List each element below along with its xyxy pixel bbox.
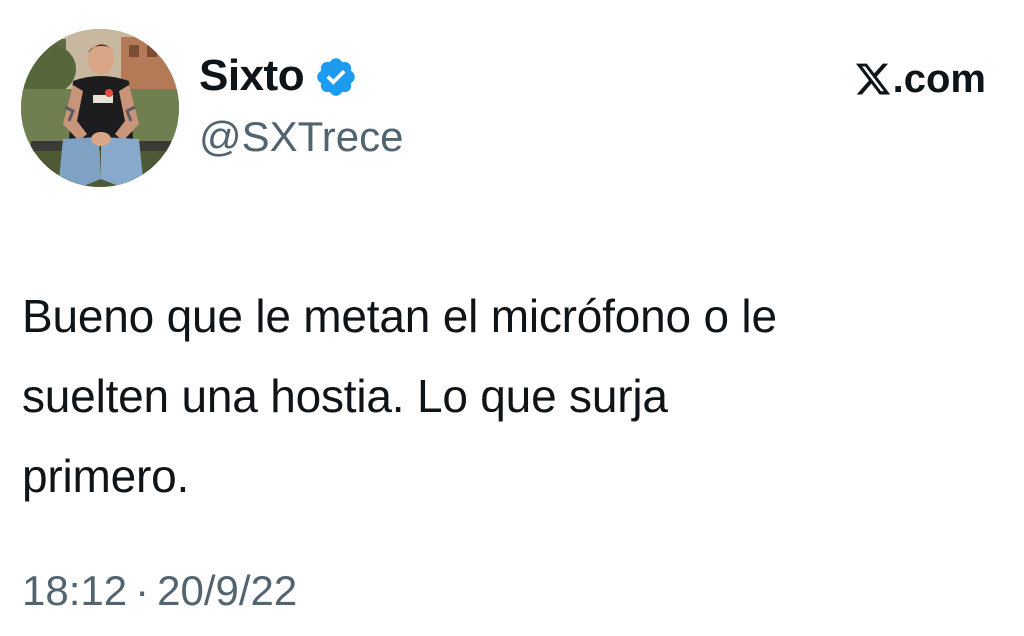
tweet-timestamp[interactable]: 18:12 · 20/9/22 xyxy=(22,570,297,612)
verified-badge-icon xyxy=(314,55,358,99)
tweet-time: 18:12 xyxy=(22,567,128,614)
brand-logo[interactable]: .com xyxy=(854,58,986,100)
tweet-card: Sixto @SXTrece .com Bueno que le metan e… xyxy=(0,0,1024,636)
x-logo-icon xyxy=(854,60,892,98)
user-handle[interactable]: @SXTrece xyxy=(199,116,403,158)
tweet-line: primero. xyxy=(22,450,190,502)
brand-domain-text: .com xyxy=(892,57,986,101)
display-name[interactable]: Sixto xyxy=(199,54,305,98)
profile-photo xyxy=(21,29,179,187)
display-name-row: Sixto xyxy=(199,46,358,106)
tweet-date: 20/9/22 xyxy=(157,567,298,614)
tweet-body: Bueno que le metan el micrófono o le sue… xyxy=(22,276,982,516)
avatar[interactable] xyxy=(21,29,179,187)
tweet-line: suelten una hostia. Lo que surja xyxy=(22,370,668,422)
tweet-line: Bueno que le metan el micrófono o le xyxy=(22,290,777,342)
timestamp-separator: · xyxy=(135,567,150,614)
